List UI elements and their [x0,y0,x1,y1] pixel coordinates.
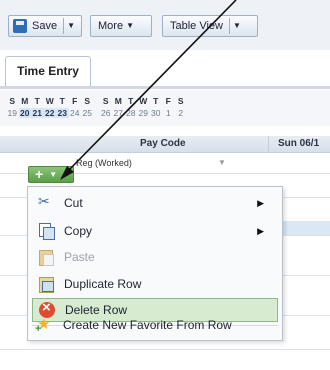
favorite-add-icon [35,315,53,335]
tab-strip: Time Entry [0,50,330,89]
menu-item-label: Paste [64,250,95,264]
menu-item-duplicate-row[interactable]: Duplicate Row [32,272,278,296]
scissors-icon [38,193,54,211]
calendar-weekdays: SMTWTFSSMTWTFS [9,96,184,106]
calendar-dates[interactable]: 19 20 21 22 23 24 25 26 27 28 29 30 1 2 [6,108,187,118]
chevron-down-icon[interactable]: ▼ [67,15,75,37]
menu-item-label: Duplicate Row [64,277,142,291]
menu-item-paste: Paste [32,245,278,269]
more-label: More [98,20,124,32]
duplicate-icon [38,276,54,293]
paste-icon [38,249,54,266]
calendar-strip: SMTWTFSSMTWTFS 19 20 21 22 23 24 25 26 27 28 29 30 1… [0,90,330,126]
plus-icon: + [35,166,44,182]
more-button[interactable]: More ▼ [90,15,152,37]
sunday-header[interactable]: Sun 06/1 [278,138,319,149]
save-button[interactable]: Save ▼ [8,15,82,37]
menu-item-copy[interactable]: Copy ▶ [32,219,278,243]
save-icon [13,19,27,33]
submenu-arrow-icon: ▶ [257,197,264,208]
grid-header: Pay Code Sun 06/1 [0,136,330,153]
toolbar: Save ▼ More ▼ Table View ▼ [0,0,330,50]
chevron-down-icon[interactable]: ▼ [218,158,226,167]
chevron-down-icon: ▼ [126,21,134,30]
menu-item-label: Create New Favorite From Row [63,318,232,332]
pay-code-header[interactable]: Pay Code [140,138,186,149]
pay-code-cell[interactable]: Reg (Worked) [76,158,132,168]
submenu-arrow-icon: ▶ [257,225,264,236]
save-label: Save [32,20,58,32]
chevron-down-icon[interactable]: ▼ [233,15,241,37]
add-row-button[interactable]: + ▼ [28,166,74,183]
menu-item-cut[interactable]: Cut ▶ [32,191,278,215]
menu-item-create-favorite-from-row[interactable]: Create New Favorite From Row [31,313,277,337]
table-view-label: Table View [170,20,223,32]
copy-icon [38,223,55,240]
menu-item-label: Copy [64,224,93,238]
table-view-button[interactable]: Table View ▼ [162,15,258,37]
menu-item-label: Cut [64,196,83,210]
chevron-down-icon[interactable]: ▼ [49,170,57,179]
tab-time-entry[interactable]: Time Entry [5,56,91,86]
